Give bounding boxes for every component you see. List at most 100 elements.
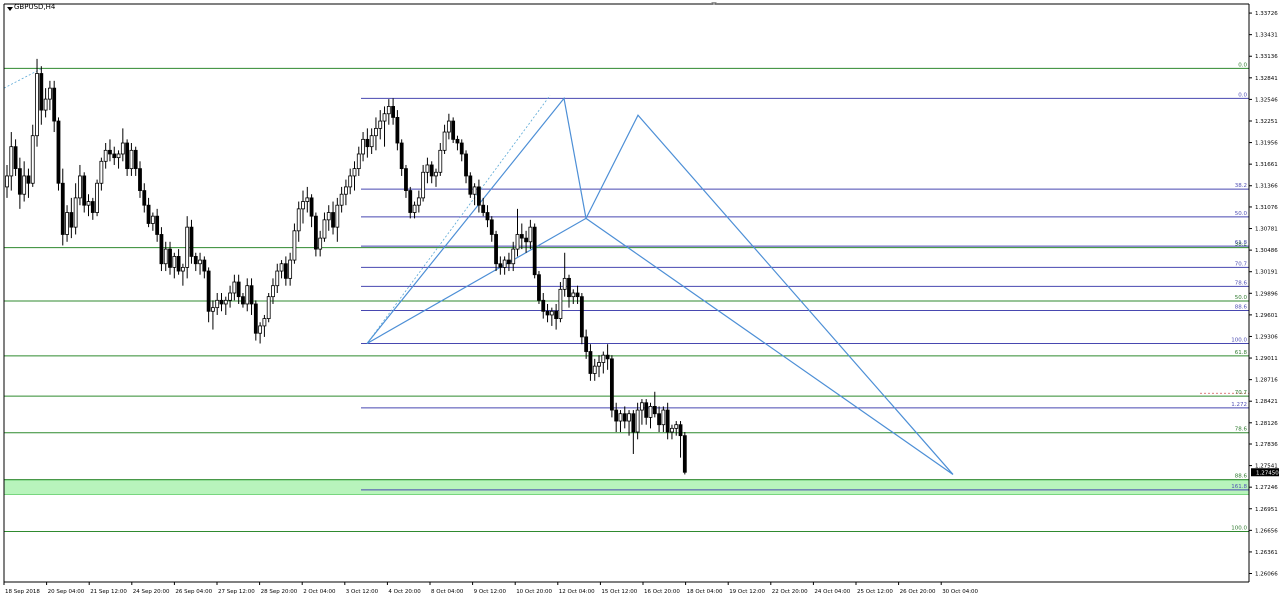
price-axis-tick-label: 1.26066 (1255, 572, 1278, 578)
candle-body (434, 171, 438, 177)
candle-body (95, 182, 99, 213)
time-axis-tick-label: 26 Sep 04:00 (175, 589, 212, 595)
candle-body (146, 204, 151, 224)
candle-body (155, 215, 160, 235)
candle[interactable] (609, 355, 614, 418)
blue-fib-level-label: 161.8 (1231, 484, 1247, 490)
candle-body (476, 186, 481, 206)
candle[interactable] (451, 117, 456, 144)
candle-body (408, 190, 413, 213)
candle-body (275, 270, 280, 287)
candle-body (481, 204, 486, 213)
candle-body (562, 277, 567, 290)
chart-shift-marker-icon[interactable] (711, 2, 717, 5)
candle-body (82, 175, 87, 206)
candle-body (9, 146, 14, 177)
candle-body (425, 164, 430, 173)
target-zone[interactable] (3, 479, 1250, 495)
candle-body (296, 208, 301, 232)
candle-body (69, 212, 74, 228)
candle-body (678, 424, 683, 437)
time-axis-tick-label: 20 Sep 04:00 (48, 589, 85, 595)
candle-body (283, 263, 288, 279)
candle-body (198, 259, 202, 265)
price-axis-tick-label: 1.29011 (1255, 356, 1278, 362)
candle[interactable] (537, 271, 541, 304)
candle-body (567, 277, 571, 298)
candle-body (549, 310, 554, 316)
candle[interactable] (95, 179, 99, 217)
candle-body (670, 427, 674, 433)
time-axis-tick-label: 30 Oct 04:00 (942, 589, 978, 595)
candle-body (176, 256, 181, 272)
candle[interactable] (579, 293, 584, 345)
candle-body (374, 127, 378, 137)
candle-body (56, 120, 61, 184)
price-axis-tick-label: 1.29306 (1255, 334, 1278, 340)
candle-body (116, 153, 121, 159)
candle-body (339, 193, 344, 206)
candle-body (133, 149, 138, 170)
candle-body (206, 270, 211, 312)
candle-body (305, 197, 310, 202)
candle[interactable] (266, 293, 271, 323)
candle-body (588, 351, 593, 374)
candle-body (369, 135, 374, 148)
candle-body (99, 160, 104, 184)
green-fib-level-label: 61.8 (1235, 350, 1248, 356)
candle-body (674, 424, 679, 429)
candle-body (159, 234, 164, 265)
candle-body (446, 120, 451, 133)
chart-container[interactable]: 0.0 38.2 50.0 61.8 70.7 78.6 88.6 100.0 0.0 38.2 5… (0, 0, 1280, 600)
candle-body (468, 175, 473, 195)
candle-body (335, 204, 340, 228)
candle-body (309, 197, 314, 217)
price-axis-tick-label: 1.30191 (1255, 270, 1278, 276)
candle-body (489, 219, 494, 235)
candle-body (168, 248, 172, 268)
price-axis-tick-label: 1.28716 (1255, 378, 1278, 384)
candle-body (507, 259, 511, 265)
time-axis-tick-label: 27 Sep 12:00 (218, 589, 255, 595)
candle-body (193, 256, 198, 265)
time-axis-tick-label: 12 Oct 04:00 (559, 589, 595, 595)
candle-body (459, 142, 464, 155)
candle-body (202, 259, 207, 272)
symbol-dropdown-icon[interactable] (7, 7, 13, 11)
candle[interactable] (532, 223, 537, 279)
candle[interactable] (468, 172, 473, 198)
price-axis-tick-label: 1.33136 (1255, 54, 1278, 60)
candle-body (189, 226, 194, 257)
candle-body (511, 248, 516, 265)
candle-body (528, 226, 533, 243)
candle-body (245, 285, 250, 305)
candle-body (22, 175, 27, 195)
candle-body (399, 142, 404, 170)
candle-body (519, 234, 524, 239)
green-fib-level-label: 88.6 (1235, 474, 1248, 480)
candle[interactable] (682, 432, 687, 475)
candle-body (125, 142, 130, 170)
candle-body (378, 120, 383, 129)
candle-body (391, 106, 396, 118)
price-axis-tick-label: 1.30486 (1255, 248, 1278, 254)
candle-body (412, 204, 417, 213)
candle-body (558, 288, 563, 320)
candle-body (618, 413, 623, 422)
candle-body (17, 168, 22, 195)
price-axis-tick-label: 1.27246 (1255, 485, 1278, 491)
candle-body (648, 406, 653, 418)
candle-body (571, 292, 576, 298)
candle-body (640, 402, 644, 411)
price-axis-tick-label: 1.28126 (1255, 421, 1278, 427)
candle-body (631, 413, 636, 433)
price-axis-tick-label: 1.28421 (1255, 399, 1278, 405)
price-chart[interactable]: 0.038.250.061.870.778.688.6100.00.038.25… (0, 0, 1280, 600)
candle-body (142, 190, 147, 206)
candle-body (108, 149, 112, 155)
candle-body (614, 409, 619, 422)
candle-body (73, 197, 78, 228)
green-fib-level-label: 0.0 (1238, 62, 1247, 68)
candle[interactable] (56, 117, 61, 191)
price-axis-tick-label: 1.27836 (1255, 442, 1278, 448)
